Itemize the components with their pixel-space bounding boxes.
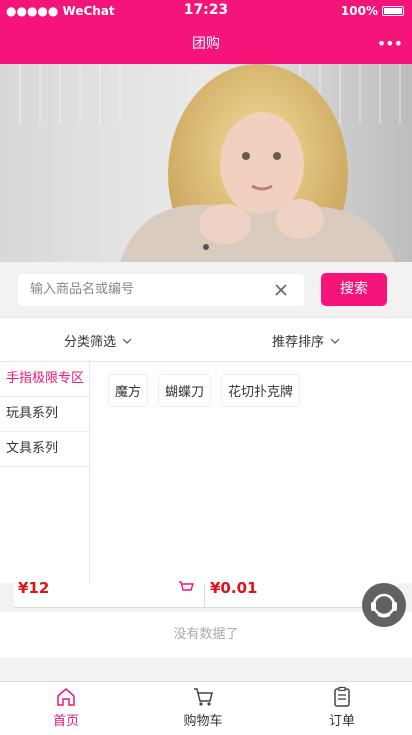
- product-row: ¥12 ¥0.01: [14, 579, 398, 608]
- battery-label: 100%: [340, 4, 378, 18]
- tab-orders[interactable]: 订单: [302, 686, 382, 729]
- add-to-cart-icon[interactable]: [178, 581, 194, 595]
- tab-home[interactable]: 首页: [26, 686, 106, 729]
- tab-bar: 首页 购物车 订单: [0, 681, 412, 735]
- tab-cart-label: 购物车: [183, 714, 223, 729]
- clear-icon[interactable]: [274, 283, 288, 297]
- chevron-down-icon: [330, 338, 340, 344]
- product-divider: [204, 583, 205, 607]
- cart-icon: [194, 688, 213, 706]
- chevron-down-icon: [122, 338, 132, 344]
- banner-indicator: [203, 244, 209, 250]
- status-bar: ●●●●● WeChat 17:23 100%: [0, 0, 412, 22]
- sort-filter[interactable]: 推荐排序: [272, 331, 340, 350]
- search-input[interactable]: [28, 281, 272, 298]
- subcategory-tags: 魔方 蝴蝶刀 花切扑克牌: [108, 374, 301, 407]
- banner-image[interactable]: [0, 64, 412, 262]
- search-button[interactable]: 搜索: [321, 273, 387, 306]
- no-more-data-text: 没有数据了: [0, 612, 412, 657]
- category-filter-label: 分类筛选: [64, 335, 117, 350]
- page-title: 团购: [192, 36, 220, 52]
- battery-icon: [382, 6, 404, 16]
- tag-rubiks-cube[interactable]: 魔方: [108, 374, 149, 407]
- category-list: 手指极限专区 玩具系列 文具系列: [0, 362, 90, 583]
- category-filter[interactable]: 分类筛选: [64, 331, 132, 350]
- more-menu-icon[interactable]: •••: [377, 34, 403, 53]
- product-price: ¥0.01: [210, 579, 258, 597]
- customer-service-button[interactable]: [362, 583, 406, 627]
- category-item-stationery[interactable]: 文具系列: [0, 432, 89, 467]
- product-price: ¥12: [18, 579, 50, 597]
- tab-home-label: 首页: [52, 714, 79, 729]
- home-icon: [57, 688, 75, 706]
- banner-photo: [0, 64, 412, 262]
- search-box[interactable]: [18, 274, 304, 306]
- search-row: 搜索: [0, 262, 412, 317]
- category-panel: 手指极限专区 玩具系列 文具系列 魔方 蝴蝶刀 花切扑克牌: [0, 362, 412, 583]
- headset-icon: [371, 593, 397, 618]
- clipboard-icon: [334, 686, 350, 707]
- sort-filter-label: 推荐排序: [272, 335, 325, 350]
- tag-cardistry-poker[interactable]: 花切扑克牌: [221, 374, 301, 407]
- status-right: 100%: [341, 4, 404, 18]
- nav-bar: 团购 •••: [0, 22, 412, 64]
- filter-bar: 分类筛选 推荐排序: [0, 317, 412, 362]
- category-item-finger-extreme[interactable]: 手指极限专区: [0, 362, 89, 397]
- tab-orders-label: 订单: [328, 714, 355, 729]
- category-item-toys[interactable]: 玩具系列: [0, 397, 89, 432]
- tag-butterfly-knife[interactable]: 蝴蝶刀: [158, 374, 212, 407]
- tab-cart[interactable]: 购物车: [163, 686, 243, 729]
